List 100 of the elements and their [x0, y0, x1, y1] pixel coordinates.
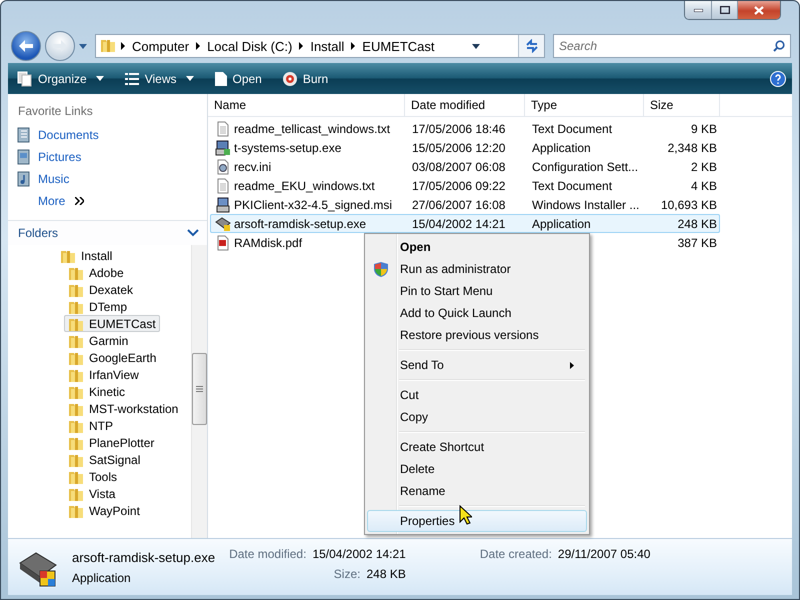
tree-item[interactable]: Tools	[64, 468, 122, 485]
property-value: 15/04/2002 14:21	[312, 547, 406, 561]
shield-icon	[374, 262, 388, 277]
breadcrumb[interactable]: Computer	[126, 38, 196, 54]
breadcrumb[interactable]: EUMETCast	[356, 38, 441, 54]
section-title: Favorite Links	[17, 103, 94, 120]
double-chevron-icon	[75, 197, 84, 205]
chevron-icon	[298, 42, 304, 50]
menu-item[interactable]: Add to Quick Launch	[367, 302, 587, 324]
drive-icon	[215, 216, 231, 232]
tree-item[interactable]: GoogleEarth	[64, 349, 160, 366]
type-text: Text Document	[532, 122, 612, 136]
caret-icon	[96, 76, 104, 81]
property-label: Size:	[334, 567, 360, 581]
maximize-icon	[720, 6, 730, 14]
tree-item[interactable]: NTP	[64, 417, 117, 434]
settings-file-icon	[215, 158, 231, 174]
tree-item[interactable]: Kinetic	[64, 383, 130, 400]
menu-item[interactable]: Delete	[367, 458, 587, 480]
property-value: 248 KB	[366, 567, 406, 581]
date-text: 15/05/2006 12:20	[412, 140, 506, 154]
close-button[interactable]	[737, 1, 780, 19]
size-text: 9 KB	[690, 122, 717, 136]
pdf-icon	[215, 234, 231, 250]
favorite-link[interactable]: Documents	[8, 124, 207, 146]
toolbar-button[interactable]: Organize	[14, 68, 107, 88]
section-title: Folders	[18, 226, 58, 240]
submenu-arrow-icon	[570, 362, 574, 369]
file-name: readme_tellicast_windows.txt	[234, 122, 390, 136]
tree-item[interactable]: DTemp	[64, 298, 132, 315]
column-header[interactable]: Name	[208, 94, 405, 116]
favorite-link[interactable]: Music	[8, 168, 207, 190]
menu-item[interactable]: Send To	[367, 354, 587, 376]
favorite-link[interactable]: More	[8, 190, 207, 212]
chevron-icon	[350, 42, 356, 50]
help-icon	[770, 70, 786, 86]
tree-item[interactable]: Vista	[64, 485, 120, 502]
tree-item[interactable]: IrfanView	[64, 366, 143, 383]
column-header[interactable]: Type	[525, 94, 644, 116]
tree-item[interactable]: SatSignal	[64, 451, 144, 468]
forward-button[interactable]	[45, 31, 75, 61]
menu-item[interactable]: Run as administrator	[367, 258, 587, 280]
setup-icon	[215, 140, 231, 156]
scrollbar[interactable]	[191, 245, 207, 538]
toolbar-button[interactable]: Open	[210, 68, 265, 88]
date-text: 17/05/2006 09:22	[412, 178, 506, 192]
menu-item[interactable]: Create Shortcut	[367, 436, 587, 458]
refresh-button[interactable]	[518, 35, 544, 57]
disc-icon	[282, 70, 298, 86]
tree-item[interactable]: PlanePlotter	[64, 434, 158, 451]
tree-item[interactable]: Garmin	[64, 332, 132, 349]
breadcrumb[interactable]: Local Disk (C:)	[201, 38, 298, 54]
tree-item[interactable]: MST-workstation	[64, 400, 182, 417]
file-name: PKIClient-x32-4.5_signed.msi	[234, 198, 392, 212]
chevron-down-icon	[187, 229, 199, 237]
refresh-icon	[524, 39, 538, 53]
size-text: 2 KB	[690, 160, 717, 174]
close-icon	[754, 6, 764, 14]
tree-item[interactable]: Adobe	[64, 264, 128, 281]
maximize-button[interactable]	[711, 1, 737, 19]
search-icon	[773, 40, 785, 52]
size-text: 2,348 KB	[668, 140, 717, 154]
back-button[interactable]	[11, 31, 41, 61]
address-bar[interactable]: Computer Local Disk (C:) Install EUMETCast	[95, 34, 545, 58]
minimize-icon	[694, 8, 702, 12]
favorite-link[interactable]: Pictures	[8, 146, 207, 168]
file-name: recv.ini	[234, 160, 272, 174]
column-header[interactable]: Date modified	[405, 94, 525, 116]
tree-item[interactable]: WayPoint	[64, 502, 144, 519]
menu-item[interactable]: Properties	[367, 510, 587, 532]
document-icon	[215, 178, 231, 194]
tree-item[interactable]: Install	[56, 247, 116, 264]
property-label: Date modified:	[229, 547, 306, 561]
menu-item[interactable]: Open	[367, 236, 587, 258]
column-header[interactable]: Size	[644, 94, 720, 116]
minimize-button[interactable]	[685, 1, 711, 19]
menu-item[interactable]: Copy	[367, 406, 587, 428]
type-text: Windows Installer ...	[532, 198, 640, 212]
type-text: Application	[532, 140, 591, 154]
toolbar-button[interactable]: Views	[120, 68, 196, 88]
date-text: 03/08/2007 06:08	[412, 160, 506, 174]
grip-icon	[196, 386, 203, 392]
search-field[interactable]: Search	[553, 34, 791, 58]
menu-item[interactable]: Cut	[367, 384, 587, 406]
tree-item[interactable]: EUMETCast	[64, 315, 160, 332]
toolbar-button[interactable]: Burn	[278, 68, 332, 88]
size-text: 10,693 KB	[660, 198, 717, 212]
date-text: 15/04/2002 14:21	[412, 216, 506, 230]
breadcrumb[interactable]: Install	[304, 38, 350, 54]
size-text: 387 KB	[678, 236, 717, 250]
property-value: 29/11/2007 05:40	[558, 547, 650, 561]
menu-item[interactable]: Restore previous versions	[367, 324, 587, 346]
file-name: readme_EKU_windows.txt	[234, 178, 375, 192]
file-name: arsoft-ramdisk-setup.exe	[234, 216, 366, 230]
file-name: t-systems-setup.exe	[234, 140, 342, 154]
menu-item[interactable]: Rename	[367, 480, 587, 502]
chevron-icon	[120, 42, 126, 50]
list-view-icon	[124, 70, 140, 86]
tree-item[interactable]: Dexatek	[64, 281, 138, 298]
menu-item[interactable]: Pin to Start Menu	[367, 280, 587, 302]
